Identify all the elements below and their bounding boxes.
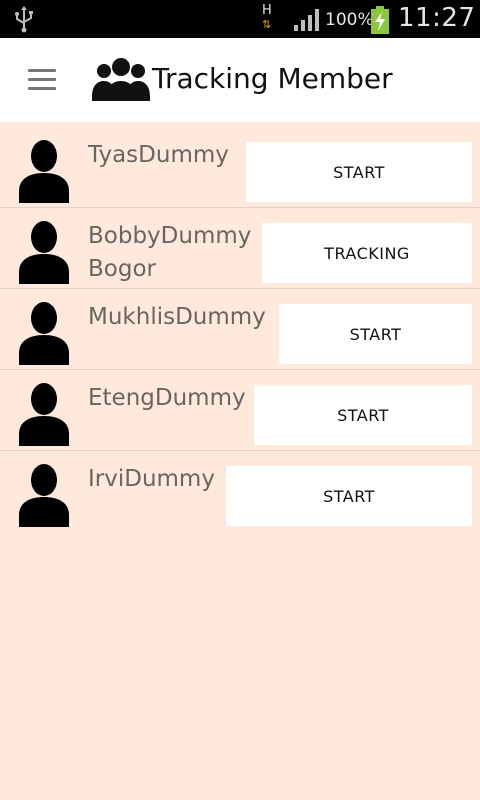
member-name: MukhlisDummy bbox=[88, 304, 266, 330]
person-icon bbox=[17, 139, 71, 207]
start-button[interactable]: START bbox=[254, 385, 472, 445]
start-button[interactable]: START bbox=[279, 304, 472, 364]
list-item: IrviDummy START bbox=[0, 451, 480, 532]
list-item: BobbyDummy Bogor TRACKING bbox=[0, 208, 480, 289]
clock: 11:27 bbox=[398, 3, 476, 33]
person-icon bbox=[17, 382, 71, 450]
list-item: TyasDummy START bbox=[0, 127, 480, 208]
person-icon bbox=[17, 220, 71, 288]
status-bar: H ⇅ 100% 11:27 bbox=[0, 0, 480, 38]
member-name: TyasDummy bbox=[88, 142, 229, 168]
signal-icon bbox=[293, 6, 323, 36]
person-icon bbox=[17, 301, 71, 369]
data-arrows-icon: ⇅ bbox=[262, 18, 272, 31]
start-button[interactable]: START bbox=[246, 142, 472, 202]
network-type-label: H bbox=[262, 3, 272, 18]
member-name: IrviDummy bbox=[88, 466, 215, 492]
usb-icon bbox=[12, 5, 36, 37]
page-title: Tracking Member bbox=[152, 62, 393, 95]
tracking-button[interactable]: TRACKING bbox=[262, 223, 472, 283]
app-bar: Tracking Member bbox=[0, 38, 480, 122]
member-name: EtengDummy bbox=[88, 385, 246, 411]
group-icon bbox=[92, 55, 150, 107]
battery-charging-icon bbox=[371, 6, 389, 38]
hamburger-menu-icon[interactable] bbox=[28, 69, 56, 91]
list-item: EtengDummy START bbox=[0, 370, 480, 451]
start-button[interactable]: START bbox=[226, 466, 472, 526]
list-item: MukhlisDummy START bbox=[0, 289, 480, 370]
person-icon bbox=[17, 463, 71, 531]
battery-percent: 100% bbox=[325, 10, 374, 30]
network-type: H ⇅ bbox=[262, 4, 272, 31]
member-name: BobbyDummy Bogor bbox=[88, 223, 252, 282]
member-list: TyasDummy START BobbyDummy Bogor TRACKIN… bbox=[0, 127, 480, 532]
